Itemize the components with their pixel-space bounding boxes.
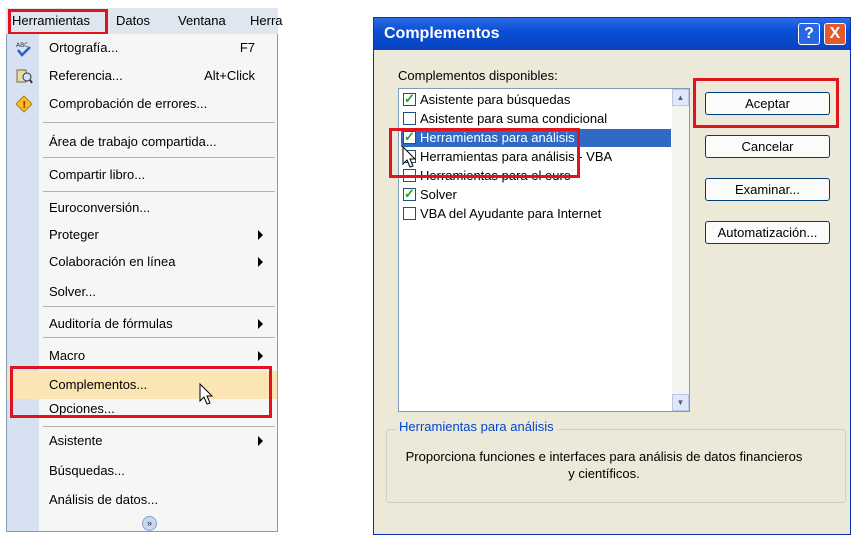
spellcheck-icon: ABC — [15, 39, 33, 57]
menubar-ventana[interactable]: Ventana — [178, 13, 226, 28]
addin-checkbox[interactable] — [403, 112, 416, 125]
menu-item-comprobacion[interactable]: ! Comprobación de errores... — [7, 90, 277, 118]
dialog-titlebar: Complementos ? X — [374, 18, 850, 50]
menu-item-euroconversion[interactable]: Euroconversión... — [7, 194, 277, 222]
separator — [43, 337, 275, 338]
browse-button[interactable]: Examinar... — [705, 178, 830, 201]
description-group-title: Herramientas para análisis — [396, 419, 557, 434]
close-icon: X — [829, 25, 841, 42]
menu-item-asistente[interactable]: Asistente — [7, 427, 277, 455]
addin-checkbox[interactable] — [403, 91, 416, 107]
dialog-title: Complementos — [384, 25, 500, 42]
menu-item-proteger[interactable]: Proteger — [7, 221, 277, 249]
addin-item[interactable]: Solver — [401, 186, 671, 204]
menu-item-referencia[interactable]: Referencia... Alt+Click — [7, 62, 277, 90]
highlight-accept — [693, 78, 839, 128]
separator — [43, 191, 275, 192]
cancel-button[interactable]: Cancelar — [705, 135, 830, 158]
close-button[interactable]: X — [824, 23, 846, 45]
menu-item-auditoria[interactable]: Auditoría de fórmulas — [7, 310, 277, 338]
menu-item-compartir-libro[interactable]: Compartir libro... — [7, 161, 277, 189]
menu-item-area-trabajo[interactable]: Área de trabajo compartida... — [7, 128, 277, 156]
addin-description: Proporciona funciones e interfaces para … — [405, 449, 803, 481]
separator — [43, 306, 275, 307]
menu-item-colaboracion[interactable]: Colaboración en línea — [7, 248, 277, 276]
mouse-cursor-icon — [199, 383, 214, 405]
svg-text:!: ! — [22, 100, 27, 111]
menu-item-analisis-datos[interactable]: Análisis de datos... — [7, 486, 277, 514]
expand-menu-icon[interactable]: » — [142, 516, 157, 531]
help-icon: ? — [804, 25, 814, 42]
addin-item[interactable]: Asistente para búsquedas — [401, 91, 671, 109]
menubar-datos[interactable]: Datos — [116, 13, 150, 28]
highlight-complementos — [10, 366, 272, 418]
separator — [43, 157, 275, 158]
research-icon — [15, 67, 33, 85]
error-check-icon: ! — [15, 95, 33, 113]
mouse-cursor-icon — [402, 146, 417, 168]
addin-item[interactable]: Asistente para suma condicional — [401, 110, 671, 128]
submenu-arrow-icon — [258, 257, 263, 267]
scroll-up-icon[interactable]: ▲ — [672, 89, 689, 106]
submenu-arrow-icon — [258, 319, 263, 329]
addin-checkbox[interactable] — [403, 207, 416, 220]
submenu-arrow-icon — [258, 351, 263, 361]
addin-item[interactable]: VBA del Ayudante para Internet — [401, 205, 671, 223]
menu-item-solver[interactable]: Solver... — [7, 278, 277, 306]
menu-item-ortografia[interactable]: ABC Ortografía... F7 — [7, 34, 277, 62]
addins-available-label: Complementos disponibles: — [398, 68, 558, 83]
automation-button[interactable]: Automatización... — [705, 221, 830, 244]
svg-text:ABC: ABC — [16, 42, 28, 49]
addin-checkbox[interactable] — [403, 186, 416, 202]
menu-item-busquedas[interactable]: Búsquedas... — [7, 457, 277, 485]
highlight-herramientas — [8, 9, 108, 35]
menubar-truncated[interactable]: Herra — [250, 13, 283, 28]
submenu-arrow-icon — [258, 230, 263, 240]
list-scrollbar[interactable]: ▲ ▼ — [672, 89, 689, 411]
herramientas-menu: ABC Ortografía... F7 Referencia... Alt+C… — [6, 34, 278, 532]
help-button[interactable]: ? — [798, 23, 820, 45]
submenu-arrow-icon — [258, 436, 263, 446]
scroll-down-icon[interactable]: ▼ — [672, 394, 689, 411]
separator — [43, 122, 275, 123]
